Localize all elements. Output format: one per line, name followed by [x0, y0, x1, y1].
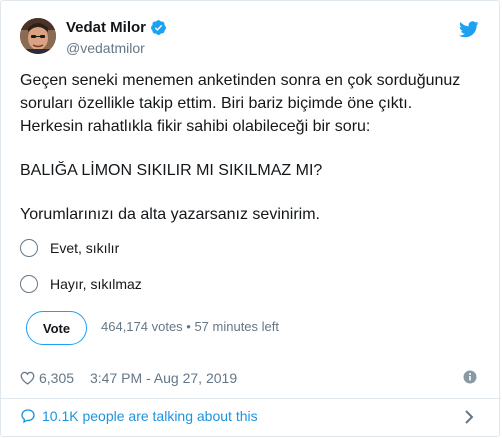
poll-option-1[interactable]: Evet, sıkılır: [20, 239, 119, 257]
tweet-text-line-4: BALIĞA LİMON SIKILIR MI SIKILMAZ MI?: [20, 162, 323, 179]
avatar[interactable]: [20, 18, 56, 54]
info-icon[interactable]: [463, 370, 477, 384]
verified-badge-icon: [151, 20, 166, 35]
speech-bubble-icon: [21, 409, 35, 424]
tweet-text-line-5: Yorumlarınızı da alta yazarsanız sevinir…: [20, 206, 320, 223]
tweet-card: Vedat Milor @vedatmilor Geçen seneki men…: [0, 0, 501, 437]
like-count[interactable]: 6,305: [20, 370, 74, 386]
radio-button[interactable]: [20, 239, 38, 257]
twitter-bird-icon[interactable]: [459, 21, 479, 38]
poll-votes-meta: 464,174 votes • 57 minutes left: [101, 319, 279, 334]
poll-option-label[interactable]: Hayır, sıkılmaz: [50, 276, 142, 292]
tweet-text-line-1: Geçen seneki menemen anketinden sonra en…: [20, 72, 461, 89]
tweet-text-line-3: Herkesin rahatlıkla fikir sahibi olabile…: [20, 118, 371, 135]
divider: [1, 398, 501, 399]
conversation-link-text[interactable]: 10.1K people are talking about this: [42, 408, 258, 424]
author-handle[interactable]: @vedatmilor: [66, 40, 145, 56]
poll-option-label[interactable]: Evet, sıkılır: [50, 240, 119, 256]
chevron-right-icon[interactable]: [463, 409, 475, 425]
heart-icon[interactable]: [20, 371, 35, 385]
radio-button[interactable]: [20, 275, 38, 293]
author-name[interactable]: Vedat Milor: [66, 19, 167, 36]
poll-option-2[interactable]: Hayır, sıkılmaz: [20, 275, 142, 293]
tweet-timestamp[interactable]: 3:47 PM - Aug 27, 2019: [90, 370, 237, 386]
vote-button[interactable]: Vote: [26, 311, 87, 345]
conversation-link[interactable]: 10.1K people are talking about this: [20, 408, 258, 424]
author-name-text[interactable]: Vedat Milor: [66, 19, 146, 36]
like-count-text[interactable]: 6,305: [39, 370, 74, 386]
tweet-text-line-2: soruları özellikle takip ettim. Biri bar…: [20, 95, 413, 112]
